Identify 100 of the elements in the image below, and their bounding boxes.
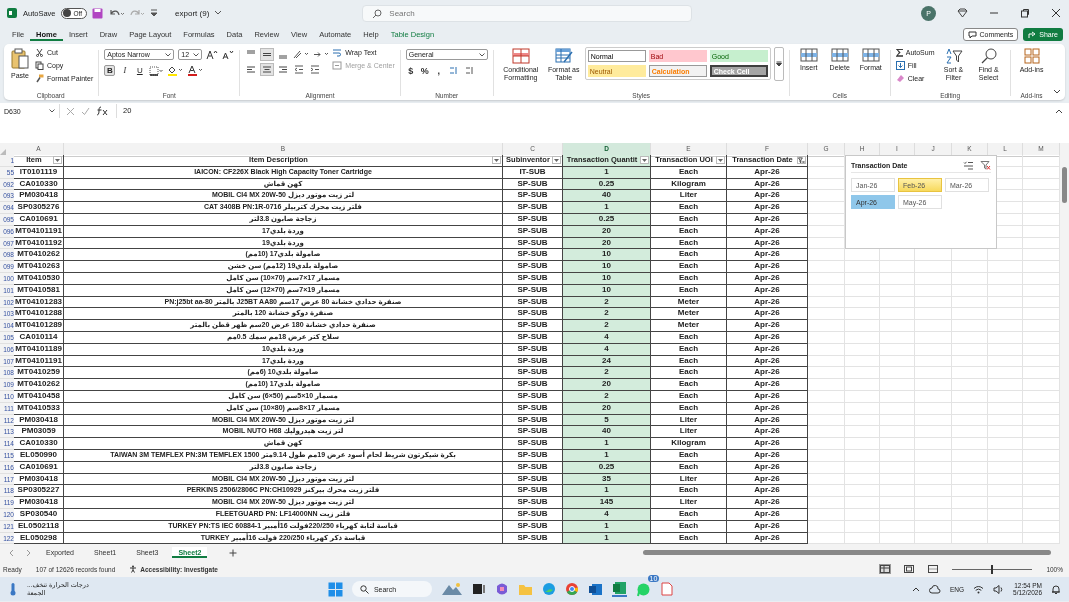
clear-filter-icon[interactable] — [980, 161, 991, 170]
cloud-icon[interactable] — [929, 584, 941, 594]
empty-cell — [988, 485, 1023, 498]
copilot-icon[interactable] — [494, 582, 509, 597]
table-cell: MT04101191 — [14, 355, 64, 368]
text-format-button[interactable]: I — [119, 65, 131, 76]
empty-cell — [988, 520, 1023, 533]
empty-cell — [845, 461, 880, 474]
merge-icon — [332, 61, 343, 70]
next-sheet-icon[interactable] — [24, 548, 32, 557]
font-color-icon[interactable] — [187, 65, 204, 76]
restore-icon[interactable] — [1020, 8, 1030, 18]
vertical-align-icon[interactable] — [261, 49, 274, 60]
task-view-icon[interactable] — [471, 582, 486, 597]
fill-color-icon[interactable] — [167, 65, 184, 76]
gallery-more-button[interactable] — [773, 47, 784, 81]
expand-caret-icon[interactable] — [1055, 108, 1063, 114]
empty-cell — [952, 308, 988, 321]
orientation-icon[interactable] — [293, 49, 310, 60]
empty-cell — [808, 272, 845, 285]
document-app-icon[interactable] — [659, 582, 673, 597]
diamond-icon[interactable] — [957, 8, 968, 18]
filter-dropdown-button[interactable] — [53, 156, 62, 165]
empty-cell — [880, 414, 915, 427]
text-align-icon[interactable] — [261, 64, 274, 75]
thermometer-icon[interactable] — [8, 582, 18, 597]
empty-cell — [880, 402, 915, 415]
mail-app-icon[interactable] — [587, 582, 603, 596]
text-format-button[interactable]: U — [134, 65, 146, 76]
table-cell: MT0410581 — [14, 284, 64, 297]
function-icon[interactable] — [96, 106, 110, 116]
search-field[interactable]: Search — [362, 4, 693, 22]
table-cell: Apr-26 — [727, 284, 808, 297]
table-cell: Each — [651, 390, 727, 403]
empty-cell — [915, 320, 952, 332]
empty-cell — [808, 355, 845, 368]
filter-dropdown-button[interactable] — [552, 156, 561, 165]
number-format-button[interactable]: , — [433, 65, 444, 76]
normal-view-icon[interactable] — [880, 565, 891, 574]
accessibility-icon — [129, 565, 138, 574]
number-format-button[interactable]: % — [419, 65, 430, 76]
decrease-indent-icon[interactable] — [293, 64, 306, 75]
text-align-icon[interactable] — [245, 64, 258, 75]
table-cell: CA010330 — [14, 438, 64, 450]
empty-cell — [880, 485, 915, 498]
wifi-icon[interactable] — [973, 584, 985, 594]
shrink-font-icon[interactable] — [222, 49, 235, 60]
table-cell: Apr-26 — [727, 178, 808, 191]
comment-icon — [968, 30, 978, 39]
empty-cell — [845, 261, 880, 273]
indent-arrow-icon[interactable] — [313, 49, 330, 60]
number-format-button[interactable]: $ — [405, 65, 416, 76]
table-cell: Apr-26 — [727, 520, 808, 533]
bell-icon[interactable] — [1051, 583, 1061, 595]
previous-sheet-icon[interactable] — [8, 548, 16, 557]
speaker-icon[interactable] — [993, 584, 1005, 594]
chrome-browser-icon[interactable] — [564, 582, 579, 597]
table-cell: Each — [651, 284, 727, 297]
add-sheet-icon[interactable] — [229, 548, 238, 557]
table-cell: Liter — [651, 473, 727, 486]
start-icon[interactable] — [327, 581, 343, 597]
empty-cell — [808, 414, 845, 427]
text-align-icon[interactable] — [277, 64, 290, 75]
tray-caret-icon[interactable] — [912, 586, 920, 593]
save-icon[interactable] — [92, 7, 104, 19]
empty-cell — [915, 426, 952, 439]
collapse-caret-icon[interactable] — [1053, 89, 1061, 95]
page-break-icon[interactable] — [928, 565, 939, 574]
table-cell: Apr-26 — [727, 473, 808, 486]
border-icon[interactable] — [149, 65, 164, 76]
empty-cell — [915, 284, 952, 297]
filter-dropdown-button[interactable] — [716, 156, 725, 165]
spreadsheet-app-icon[interactable] — [611, 581, 627, 598]
vertical-scrollbar[interactable] — [1060, 143, 1069, 545]
sort-funnel-icon — [944, 48, 963, 64]
table-cell: Kilogram — [651, 438, 727, 450]
empty-cell — [952, 320, 988, 332]
empty-cell — [915, 438, 952, 450]
table-cell: CA010114 — [14, 331, 64, 344]
page-layout-icon[interactable] — [904, 565, 915, 574]
multi-select-icon[interactable] — [963, 161, 974, 170]
empty-cell — [952, 355, 988, 368]
customize-caret-icon[interactable] — [150, 9, 159, 17]
grow-font-icon[interactable] — [206, 49, 219, 60]
mountain-app-icon[interactable] — [440, 582, 463, 597]
close-icon[interactable] — [1051, 8, 1061, 18]
table-cell: Apr-26 — [727, 402, 808, 415]
table-cell: CA010691 — [14, 461, 64, 474]
increase-indent-icon[interactable] — [309, 64, 322, 75]
filter-dropdown-button[interactable] — [640, 156, 649, 165]
zoom-slider[interactable] — [991, 564, 994, 574]
file-name[interactable]: export (9) — [175, 8, 210, 18]
text-format-button[interactable]: B — [104, 65, 116, 76]
empty-cell — [880, 497, 915, 509]
filter-dropdown-button[interactable] — [492, 156, 501, 165]
filter-dropdown-button[interactable] — [797, 156, 806, 165]
table-cell: Each — [651, 214, 727, 226]
table-cell: Each — [651, 343, 727, 356]
table-cell: Meter — [651, 296, 727, 309]
empty-cell — [880, 426, 915, 439]
